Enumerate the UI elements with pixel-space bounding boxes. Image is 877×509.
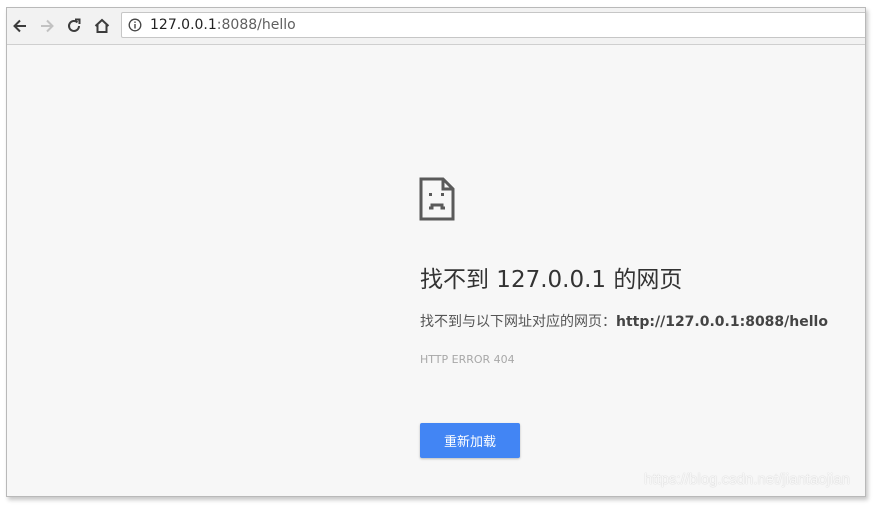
forward-button[interactable]	[35, 14, 59, 38]
reload-icon	[68, 18, 81, 32]
error-code: HTTP ERROR 404	[420, 353, 515, 366]
error-page: 找不到 127.0.0.1 的网页 找不到与以下网址对应的网页：http://1…	[7, 45, 865, 496]
home-button[interactable]	[90, 14, 114, 38]
error-description-text: 找不到与以下网址对应的网页：	[420, 314, 616, 330]
arrow-left-icon	[13, 19, 26, 33]
url-text[interactable]: 127.0.0.1:8088/hello	[150, 17, 296, 34]
reload-page-button[interactable]: 重新加载	[420, 423, 520, 458]
arrow-right-icon	[41, 19, 54, 33]
error-description: 找不到与以下网址对应的网页：http://127.0.0.1:8088/hell…	[420, 313, 828, 331]
watermark: https://blog.csdn.net/jiantaojian	[644, 471, 850, 488]
info-icon[interactable]	[128, 18, 142, 32]
url-host: 127.0.0.1	[150, 17, 217, 33]
reload-button[interactable]	[62, 14, 86, 38]
error-description-url: http://127.0.0.1:8088/hello	[616, 314, 828, 330]
browser-toolbar: 127.0.0.1:8088/hello	[7, 8, 865, 45]
error-title: 找不到 127.0.0.1 的网页	[420, 267, 683, 293]
home-icon	[94, 18, 110, 33]
url-path: :8088/hello	[216, 17, 296, 33]
sad-page-icon	[419, 177, 455, 221]
browser-window: 127.0.0.1:8088/hello 找不到 127.0.0.1 的网页 找…	[6, 7, 866, 497]
back-button[interactable]	[8, 14, 32, 38]
address-bar[interactable]: 127.0.0.1:8088/hello	[121, 12, 865, 38]
